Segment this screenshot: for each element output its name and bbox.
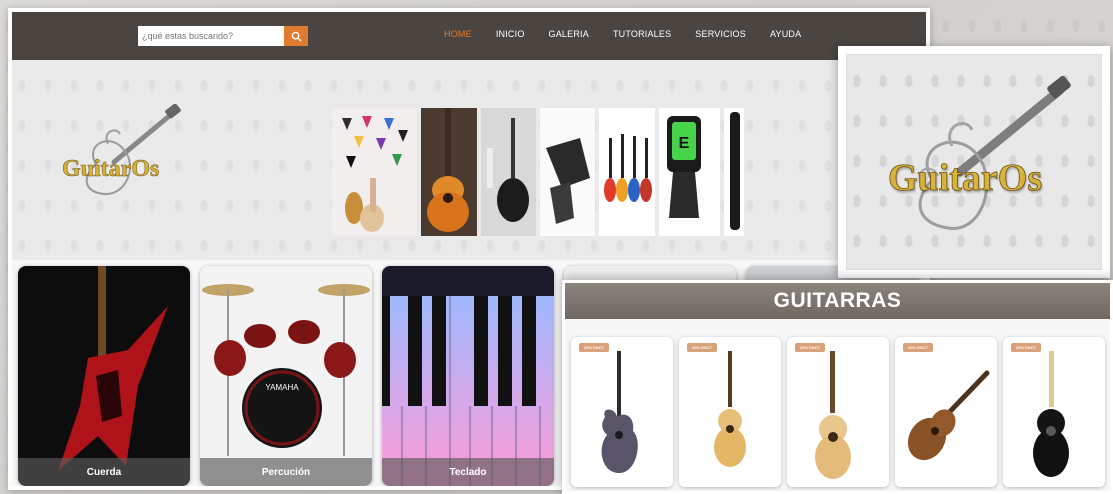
- nav-item-servicios[interactable]: SERVICIOS: [695, 29, 746, 39]
- electric-guitar-icon: [58, 266, 168, 471]
- guitarras-title: GUITARRAS: [773, 289, 902, 312]
- svg-text:E: E: [678, 135, 689, 152]
- drum-kit-icon: YAMAHA: [202, 284, 370, 456]
- search-icon: [291, 31, 302, 42]
- search-input[interactable]: [138, 26, 284, 46]
- brand-logo[interactable]: GuitarOs: [56, 103, 196, 204]
- piano-keys-icon: [382, 296, 554, 486]
- guitar-cutaway-icon: [601, 351, 638, 473]
- navbar: HOME INICIO GALERIA TUTORIALES SERVICIOS…: [12, 12, 926, 60]
- category-card-percucion[interactable]: YAMAHA Percución: [200, 266, 372, 486]
- guitarras-section: GUITARRAS 20% DSCT 20% DSCT 20% DSCT 20%…: [562, 280, 1113, 494]
- guitar-product-card[interactable]: 20% DSCT: [787, 337, 889, 487]
- svg-text:YAMAHA: YAMAHA: [265, 383, 299, 392]
- collage-wall-guitar: [480, 108, 536, 236]
- collage-mini-guitars: [599, 108, 655, 236]
- category-label: Percución: [200, 458, 372, 486]
- collage-tuner: E: [658, 108, 721, 236]
- nav-item-galeria[interactable]: GALERIA: [549, 29, 589, 39]
- collage-capo: [539, 108, 596, 236]
- collage-picks: [332, 108, 418, 236]
- nav-item-inicio[interactable]: INICIO: [496, 29, 525, 39]
- guitar-logo-icon: GuitarOs: [62, 103, 181, 196]
- guitar-product-card[interactable]: 20% DSCT: [895, 337, 997, 487]
- logo-preview-card: GuitarOs: [838, 46, 1110, 278]
- nav-item-tutoriales[interactable]: TUTORIALES: [613, 29, 671, 39]
- category-label: Cuerda: [18, 458, 190, 486]
- logo-preview-text: GuitarOs: [888, 157, 1043, 200]
- guitar-product-row: 20% DSCT 20% DSCT 20% DSCT 20% DSCT 20% …: [571, 337, 1105, 487]
- guitar-brown-tilted-icon: [907, 370, 990, 461]
- guitar-black-icon: [1033, 351, 1069, 477]
- guitar-product-card[interactable]: 20% DSCT: [571, 337, 673, 487]
- nav-item-home[interactable]: HOME: [444, 29, 472, 39]
- nav-menu: HOME INICIO GALERIA TUTORIALES SERVICIOS…: [444, 29, 825, 39]
- category-card-cuerda[interactable]: Cuerda: [18, 266, 190, 486]
- guitar-product-card[interactable]: 20% DSCT: [679, 337, 781, 487]
- collage-gig-bag: [724, 108, 744, 236]
- search-button[interactable]: [284, 26, 308, 46]
- brand-logo-text: GuitarOs: [62, 156, 159, 182]
- guitar-acoustic-natural-icon: [714, 351, 746, 467]
- products-collage: E: [332, 108, 744, 236]
- guitar-classical-light-icon: [815, 351, 851, 479]
- category-label: Teclado: [382, 458, 554, 486]
- guitarras-header: GUITARRAS: [565, 283, 1110, 319]
- collage-acoustic: [421, 108, 477, 236]
- category-card-teclado[interactable]: Teclado: [382, 266, 554, 486]
- guitar-product-card[interactable]: 20% DSCT: [1003, 337, 1105, 487]
- nav-item-ayuda[interactable]: AYUDA: [770, 29, 801, 39]
